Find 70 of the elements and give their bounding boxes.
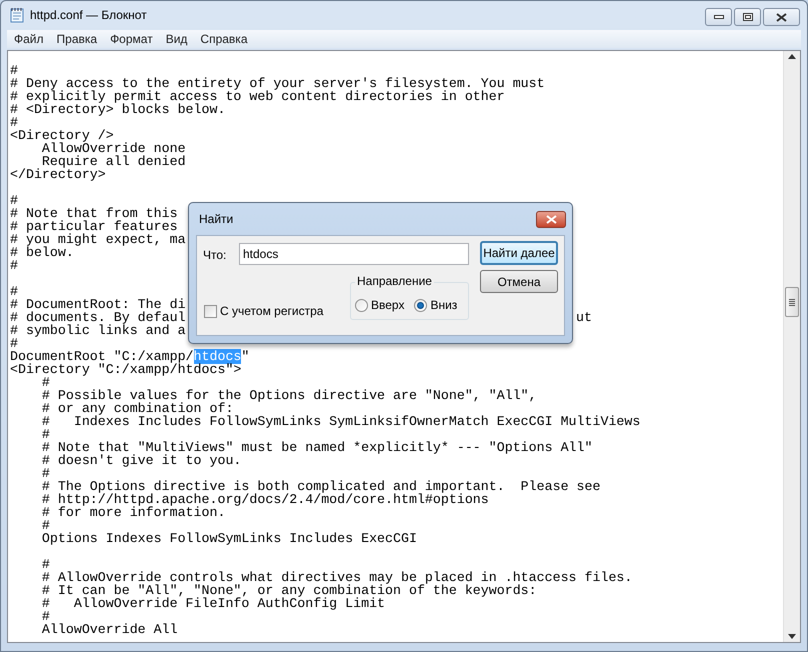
code-line: <Directory /> xyxy=(10,128,114,143)
code-line: Require all denied xyxy=(42,154,186,169)
code-line: # Indexes Includes FollowSymLinks SymLinksifOwnerMatch ExecCGI MultiViews xyxy=(40,414,640,429)
code-line: DocumentRoot "C:/xampp/htdocs" xyxy=(10,349,250,364)
code-line: # Note that "MultiViews" must be named *explicitly* --- "Options All" xyxy=(40,440,592,455)
code-line: # or any combination of: xyxy=(40,401,234,416)
code-line: # doesn't give it to you. xyxy=(40,453,242,468)
cancel-button[interactable]: Отмена xyxy=(480,270,558,293)
code-line: </Directory> xyxy=(10,167,106,182)
code-line: # xyxy=(40,427,50,442)
code-line: # http://httpd.apache.org/docs/2.4/mod/core.html#options xyxy=(40,492,489,507)
code-line: # <Directory> blocks below. xyxy=(10,102,226,117)
dialog-title: Найти xyxy=(199,211,234,228)
menu-item[interactable]: Файл xyxy=(8,30,50,48)
menu-item[interactable]: Справка xyxy=(194,30,254,48)
code-line: # xyxy=(40,609,50,624)
vertical-scrollbar[interactable] xyxy=(783,51,800,642)
minimize-button[interactable] xyxy=(705,8,732,26)
code-line: # Note that from this xyxy=(10,206,178,221)
direction-radio[interactable]: Вверх xyxy=(355,296,404,314)
code-line: # symbolic links and a xyxy=(10,323,186,338)
scroll-up-icon[interactable] xyxy=(788,54,796,59)
code-line: # It can be "All", "None", or any combination of the keywords: xyxy=(40,583,537,598)
window-title: httpd.conf — Блокнот xyxy=(30,7,147,24)
close-button[interactable] xyxy=(763,8,800,26)
close-icon xyxy=(546,214,556,224)
find-label: Что: xyxy=(203,247,226,264)
find-next-button[interactable]: Найти далее xyxy=(480,241,558,265)
code-line: # you might expect, ma xyxy=(10,232,186,247)
group-label: Направление xyxy=(355,274,434,288)
code-line: # particular features xyxy=(10,219,178,234)
code-line: Options Indexes FollowSymLinks Includes ExecCGI xyxy=(40,531,417,546)
code-line: # for more information. xyxy=(40,505,226,520)
code-line: # xyxy=(10,63,18,78)
match-case-checkbox[interactable]: С учетом регистра xyxy=(204,302,324,320)
code-line: AllowOverride none xyxy=(42,141,186,156)
code-line: # xyxy=(10,258,18,273)
maximize-icon xyxy=(742,13,752,21)
code-line: # DocumentRoot: The di xyxy=(10,297,186,312)
code-line: # Deny access to the entirety of your server's filesystem. You must xyxy=(10,76,545,91)
code-line: ut xyxy=(576,311,592,324)
menu-item[interactable]: Правка xyxy=(50,30,104,48)
code-line: # below. xyxy=(10,245,74,260)
minimize-icon xyxy=(714,15,724,19)
close-button[interactable] xyxy=(536,210,566,228)
menu-item[interactable]: Формат xyxy=(104,30,159,48)
code-line: # xyxy=(40,466,50,481)
code-line: # explicitly permit access to web content directories in other xyxy=(10,89,505,104)
code-line: # xyxy=(10,115,18,130)
scrollbar-thumb[interactable] xyxy=(785,287,799,317)
code-line: # Possible values for the Options directive are "None", "All", xyxy=(40,388,537,403)
notepad-icon xyxy=(10,7,24,23)
close-icon xyxy=(776,12,787,22)
code-line: # xyxy=(10,284,18,299)
code-line: # documents. By defaul xyxy=(10,310,186,325)
code-line: # xyxy=(40,518,50,533)
scroll-down-icon[interactable] xyxy=(788,634,796,639)
code-line: # xyxy=(10,336,18,351)
code-line: # The Options directive is both complicated and important. Please see xyxy=(40,479,600,494)
code-line: # AllowOverride controls what directives may be placed in .htaccess files. xyxy=(40,570,632,585)
menu-item[interactable]: Вид xyxy=(160,30,194,48)
code-line: # xyxy=(42,375,50,390)
code-line: # AllowOverride FileInfo AuthConfig Limit xyxy=(40,596,386,611)
code-line: # xyxy=(40,557,50,572)
code-line: AllowOverride All xyxy=(40,622,178,637)
code-line: <Directory "C:/xampp/htdocs"> xyxy=(10,362,242,377)
direction-radio[interactable]: Вниз xyxy=(414,296,458,314)
maximize-button[interactable] xyxy=(734,8,761,26)
code-line: # xyxy=(10,193,18,208)
find-field[interactable]: htdocs xyxy=(239,243,469,265)
